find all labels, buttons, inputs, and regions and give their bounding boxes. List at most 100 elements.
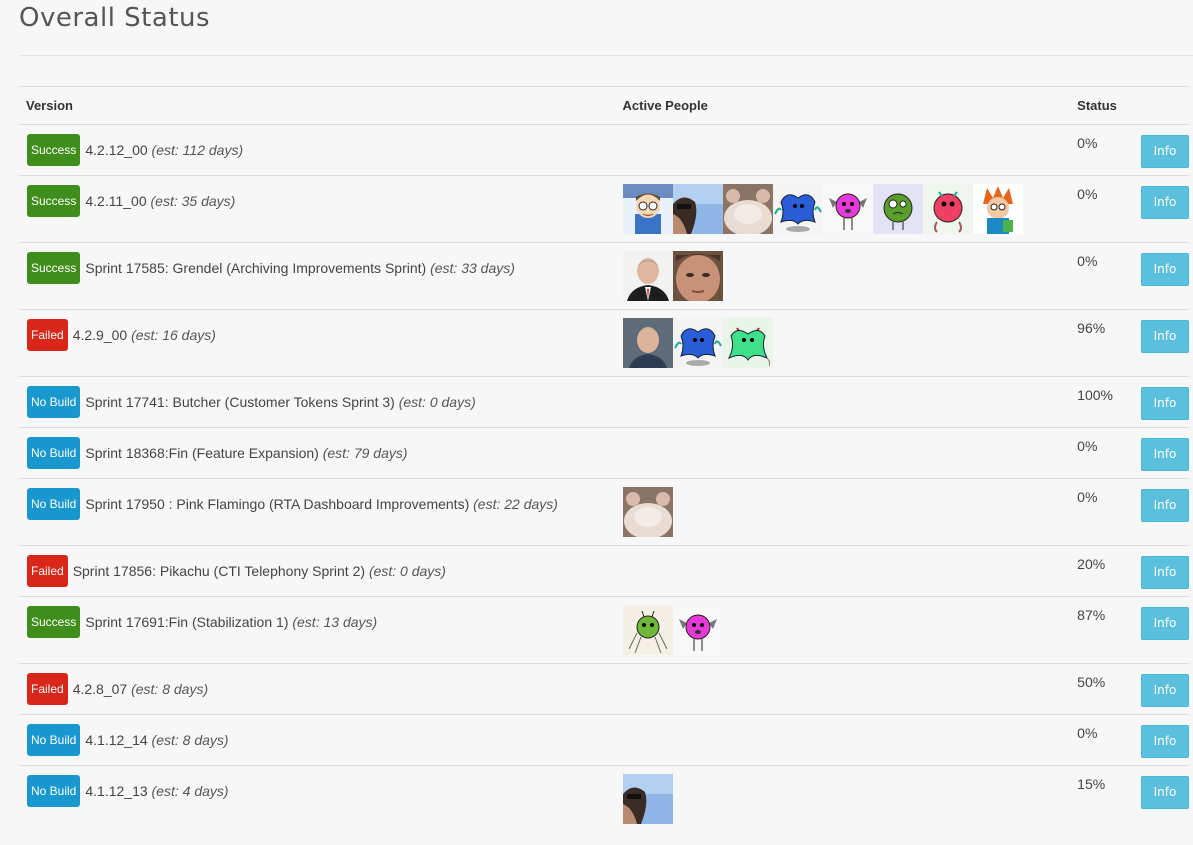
overall-status-page: Overall Status Version Active People Sta… <box>0 0 1193 845</box>
estimate-text: (est: 22 days) <box>473 496 558 512</box>
version-cell: No Build Sprint 18368:Fin (Feature Expan… <box>19 427 616 479</box>
pink-bat-monster-avatar <box>822 184 873 234</box>
info-cell: Info <box>1140 663 1189 715</box>
blue-monster-avatar <box>672 318 723 368</box>
info-cell: Info <box>1140 765 1189 832</box>
status-percent: 96% <box>1077 320 1106 336</box>
info-button[interactable]: Info <box>1141 438 1189 471</box>
status-percent: 15% <box>1077 776 1106 792</box>
version-cell: No Build Sprint 17950 : Pink Flamingo (R… <box>19 478 616 546</box>
status-cell: 0% <box>1070 427 1140 479</box>
info-cell: Info <box>1140 175 1189 243</box>
table-row: Failed 4.2.8_07 (est: 8 days) 50% Info <box>19 663 1189 715</box>
info-button[interactable]: Info <box>1141 776 1189 809</box>
version-name: Sprint 17585: Grendel (Archiving Improve… <box>85 260 515 276</box>
version-line: Success 4.2.12_00 (est: 112 days) <box>19 125 616 166</box>
info-button[interactable]: Info <box>1141 135 1189 168</box>
info-button[interactable]: Info <box>1141 186 1189 219</box>
estimate-text: (est: 79 days) <box>322 445 408 461</box>
man-suit-avatar <box>622 251 673 301</box>
info-button[interactable]: Info <box>1141 489 1189 522</box>
avatar-list <box>616 310 1071 368</box>
version-name: 4.2.8_07 (est: 8 days) <box>72 681 209 697</box>
build-status-badge: Failed <box>27 673 68 705</box>
status-percent: 20% <box>1077 556 1106 572</box>
estimate-text: (est: 112 days) <box>151 142 244 158</box>
info-cell: Info <box>1140 478 1189 546</box>
status-cell: 0% <box>1070 714 1140 766</box>
estimate-text: (est: 8 days) <box>131 681 209 697</box>
status-cell: 100% <box>1070 376 1140 428</box>
status-percent: 0% <box>1077 725 1098 741</box>
status-percent: 87% <box>1077 607 1106 623</box>
active-people-cell <box>615 545 1071 597</box>
info-button[interactable]: Info <box>1141 320 1189 353</box>
version-line: Success Sprint 17585: Grendel (Archiving… <box>19 243 616 284</box>
info-button[interactable]: Info <box>1141 674 1189 707</box>
blue-monster-avatar <box>772 184 823 234</box>
person-sunglasses-avatar <box>672 184 723 234</box>
green-horned-monster-avatar <box>722 318 773 368</box>
status-percent: 50% <box>1077 674 1106 690</box>
info-button[interactable]: Info <box>1141 607 1189 640</box>
avatar-list <box>616 176 1071 234</box>
version-name: 4.2.11_00 (est: 35 days) <box>85 193 236 209</box>
estimate-text: (est: 0 days) <box>398 394 476 410</box>
version-cell: Success Sprint 17691:Fin (Stabilization … <box>19 596 616 664</box>
version-cell: No Build 4.1.12_14 (est: 8 days) <box>19 714 616 766</box>
green-spider-monster-avatar <box>622 605 673 655</box>
hamster-avatar <box>622 487 673 537</box>
header-active-people: Active People <box>615 86 1071 125</box>
avatar-list <box>616 243 1071 301</box>
info-button[interactable]: Info <box>1141 253 1189 286</box>
info-cell: Info <box>1140 596 1189 664</box>
active-people-cell <box>615 124 1071 176</box>
man-portrait-avatar <box>622 318 673 368</box>
build-status-badge: No Build <box>27 724 81 756</box>
version-line: No Build Sprint 17741: Butcher (Customer… <box>19 377 616 418</box>
active-people-cell <box>615 663 1071 715</box>
status-cell: 0% <box>1070 478 1140 546</box>
pink-bat-monster-avatar <box>672 605 723 655</box>
status-cell: 0% <box>1070 124 1140 176</box>
version-cell: Failed 4.2.9_00 (est: 16 days) <box>19 309 616 377</box>
info-cell: Info <box>1140 124 1189 176</box>
estimate-text: (est: 33 days) <box>430 260 515 276</box>
version-cell: Success Sprint 17585: Grendel (Archiving… <box>19 242 616 310</box>
table-row: No Build Sprint 17950 : Pink Flamingo (R… <box>19 478 1189 546</box>
status-percent: 0% <box>1077 489 1098 505</box>
info-cell: Info <box>1140 376 1189 428</box>
avatar-list <box>616 428 1071 436</box>
version-line: Failed 4.2.9_00 (est: 16 days) <box>19 310 616 351</box>
active-people-cell <box>615 478 1071 546</box>
version-line: Success 4.2.11_00 (est: 35 days) <box>19 176 616 217</box>
pink-monster-avatar <box>922 184 973 234</box>
version-name: Sprint 17741: Butcher (Customer Tokens S… <box>85 394 476 410</box>
info-button[interactable]: Info <box>1141 556 1189 589</box>
estimate-text: (est: 13 days) <box>292 614 378 630</box>
build-status-badge: Failed <box>27 319 68 351</box>
table-row: No Build Sprint 17741: Butcher (Customer… <box>19 376 1189 428</box>
active-people-cell <box>615 376 1071 428</box>
build-status-badge: Failed <box>27 555 68 587</box>
info-button[interactable]: Info <box>1141 387 1189 420</box>
table-row: Success 4.2.12_00 (est: 112 days) 0% Inf… <box>19 124 1189 176</box>
table-row: Success Sprint 17691:Fin (Stabilization … <box>19 596 1189 664</box>
version-line: Success Sprint 17691:Fin (Stabilization … <box>19 597 616 638</box>
avatar-list <box>616 715 1071 723</box>
table-row: No Build 4.1.12_14 (est: 8 days) 0% Info <box>19 714 1189 766</box>
version-line: No Build Sprint 18368:Fin (Feature Expan… <box>19 428 616 469</box>
header-version: Version <box>19 86 616 125</box>
avatar-list <box>616 479 1071 537</box>
build-status-badge: No Build <box>27 775 81 807</box>
avatar-list <box>616 125 1071 133</box>
info-button[interactable]: Info <box>1141 725 1189 758</box>
version-cell: Failed Sprint 17856: Pikachu (CTI Teleph… <box>19 545 616 597</box>
avatar-list <box>616 597 1071 655</box>
estimate-text: (est: 4 days) <box>151 783 229 799</box>
table-row: Success Sprint 17585: Grendel (Archiving… <box>19 242 1189 310</box>
info-cell: Info <box>1140 309 1189 377</box>
table-row: Success 4.2.11_00 (est: 35 days) 0% Info <box>19 175 1189 243</box>
version-name: 4.1.12_14 (est: 8 days) <box>85 732 229 748</box>
person-sunglasses-avatar <box>622 774 673 824</box>
